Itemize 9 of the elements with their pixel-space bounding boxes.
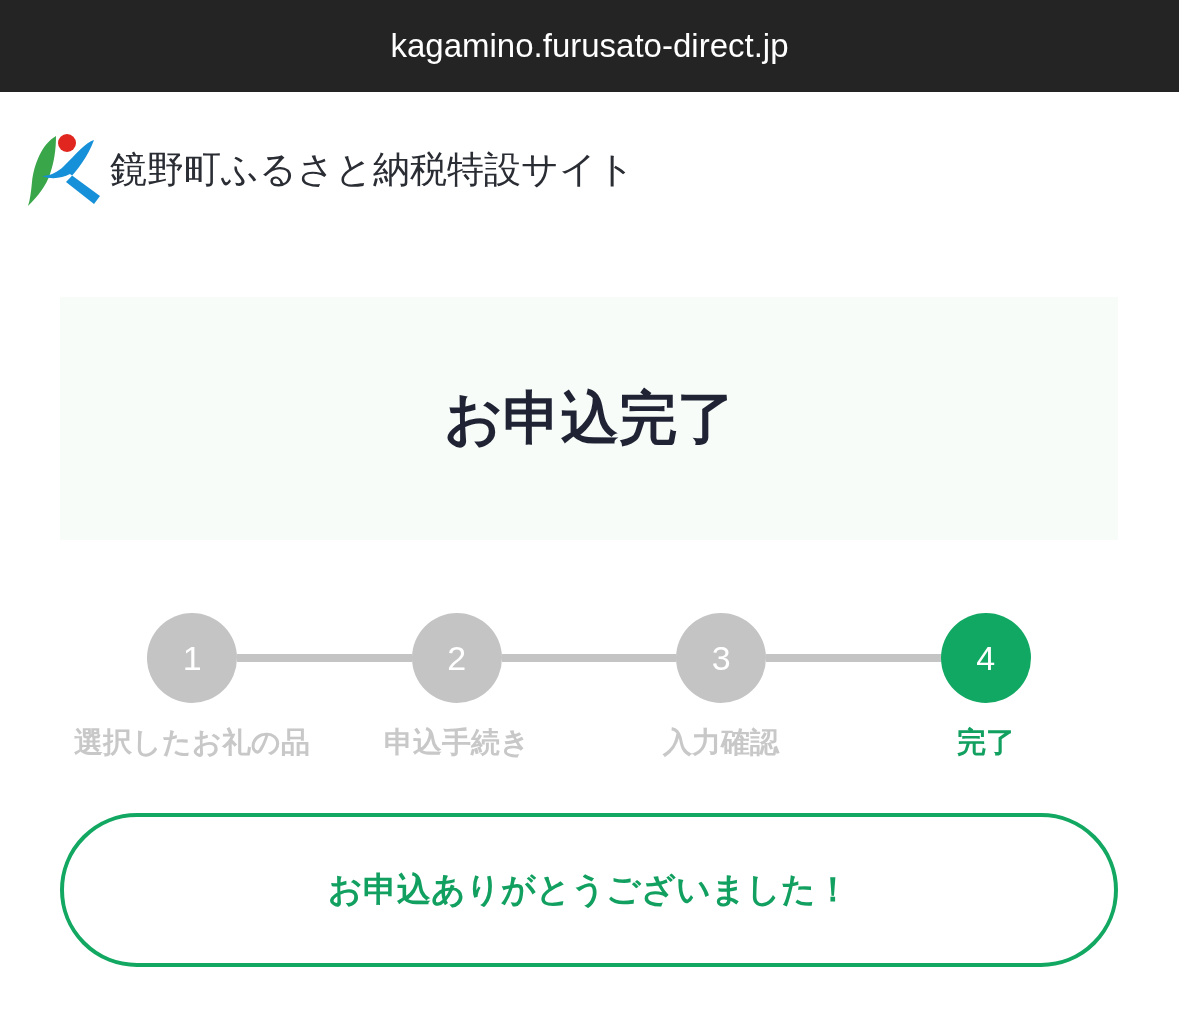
step-number: 1	[147, 613, 238, 703]
step-number: 2	[411, 613, 502, 703]
site-title[interactable]: 鏡野町ふるさと納税特設サイト	[110, 141, 635, 195]
step-number: 4	[940, 613, 1031, 703]
step-number: 3	[676, 613, 767, 703]
url-text: kagamino.furusato-direct.jp	[390, 27, 789, 65]
message-text: お申込ありがとうございました！	[328, 868, 850, 911]
page-heading: お申込完了	[443, 382, 735, 454]
step-label: 完了	[956, 724, 1015, 761]
